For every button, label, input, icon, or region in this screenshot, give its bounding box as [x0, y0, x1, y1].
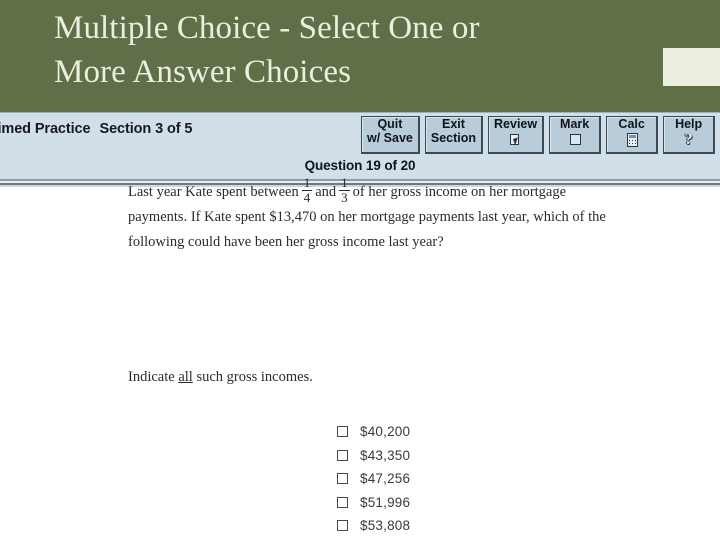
question-line-1-post: of her gross income on her mortgage [352, 184, 567, 201]
question-line-2: payments. If Kate spent $13,470 on her m… [128, 209, 606, 226]
question-mark-icon: ? [684, 130, 693, 148]
fraction-one-fourth-denominator: 4 [303, 189, 311, 205]
fraction-one-fourth-numerator: 1 [301, 175, 313, 191]
answer-choice-5[interactable]: $53,808 [337, 514, 410, 538]
instruction-emphasis: all [178, 369, 193, 385]
help-button[interactable]: Help ? [663, 116, 716, 154]
exit-section-line1: Exit [441, 117, 465, 131]
answer-checkbox-1[interactable] [337, 426, 348, 438]
mark-label: Mark [560, 117, 590, 131]
fraction-one-third-numerator: 1 [339, 175, 350, 191]
answer-value-5: $53,808 [360, 518, 411, 534]
answer-checkbox-3[interactable] [337, 473, 348, 485]
fraction-one-third-denominator: 3 [341, 189, 348, 205]
toolbar: Quit w/ Save Exit Section Review Mark Ca… [361, 116, 720, 154]
answer-choice-2[interactable]: $43,350 [337, 444, 410, 468]
answer-choice-1[interactable]: $40,200 [337, 420, 410, 444]
question-line-1: Last year Kate spent between 1 4 and 1 3 of he… [128, 176, 628, 205]
review-button[interactable]: Review [488, 116, 545, 154]
quit-with-save-button[interactable]: Quit w/ Save [361, 116, 420, 154]
slide-title: Multiple Choice - Select One or More Ans… [54, 10, 480, 90]
conjunction-and: and [315, 184, 337, 201]
section-label-practice: ntimed Practice [0, 121, 91, 137]
question-counter: Question 19 of 20 [304, 158, 416, 173]
title-banner: Multiple Choice - Select One or More Ans… [0, 0, 720, 112]
section-label: ntimed Practice Section 3 of 5 [0, 121, 192, 137]
slide-canvas: Multiple Choice - Select One or More Ans… [0, 0, 720, 540]
answer-choice-3[interactable]: $47,256 [337, 467, 410, 491]
quit-with-save-line1: Quit [377, 117, 403, 131]
answer-checkbox-5[interactable] [337, 520, 348, 532]
review-page-icon [508, 133, 524, 148]
review-label: Review [494, 117, 538, 131]
banner-decoration-block [663, 48, 720, 86]
answer-choice-4[interactable]: $51,996 [337, 491, 410, 515]
help-label: Help [675, 117, 703, 131]
calculator-icon [624, 132, 640, 148]
calc-label: Calc [618, 117, 645, 131]
fraction-one-third: 13 [339, 176, 350, 204]
answer-value-1: $40,200 [360, 424, 411, 440]
exit-section-line2: Section [430, 130, 477, 145]
instruction-post: such gross incomes. [192, 369, 313, 385]
answer-choice-list: $40,200 $43,350 $47,256 $51,996 $53,808 [337, 420, 410, 538]
checkbox-icon [567, 133, 583, 148]
answer-checkbox-2[interactable] [337, 449, 348, 461]
question-instruction: Indicate all such gross incomes. [128, 369, 313, 386]
status-bar: ntimed Practice Section 3 of 5 Quit w/ Sa… [0, 112, 720, 182]
question-line-1-pre: Last year Kate spent between [128, 184, 299, 201]
mark-button[interactable]: Mark [549, 116, 602, 154]
question-line-3: following could have been her gross inco… [128, 234, 444, 251]
answer-checkbox-4[interactable] [337, 496, 348, 508]
answer-value-3: $47,256 [360, 471, 411, 487]
question-text: Last year Kate spent between 1 4 and 1 3 of he… [128, 176, 628, 255]
answer-value-2: $43,350 [360, 447, 411, 463]
fraction-one-fourth: 14 [301, 175, 313, 205]
exit-section-button[interactable]: Exit Section [424, 116, 484, 154]
instruction-pre: Indicate [128, 369, 179, 385]
quit-with-save-line2: w/ Save [367, 130, 413, 145]
calc-button[interactable]: Calc [606, 116, 659, 154]
section-progress: Section 3 of 5 [99, 121, 193, 137]
answer-value-4: $51,996 [360, 494, 411, 510]
